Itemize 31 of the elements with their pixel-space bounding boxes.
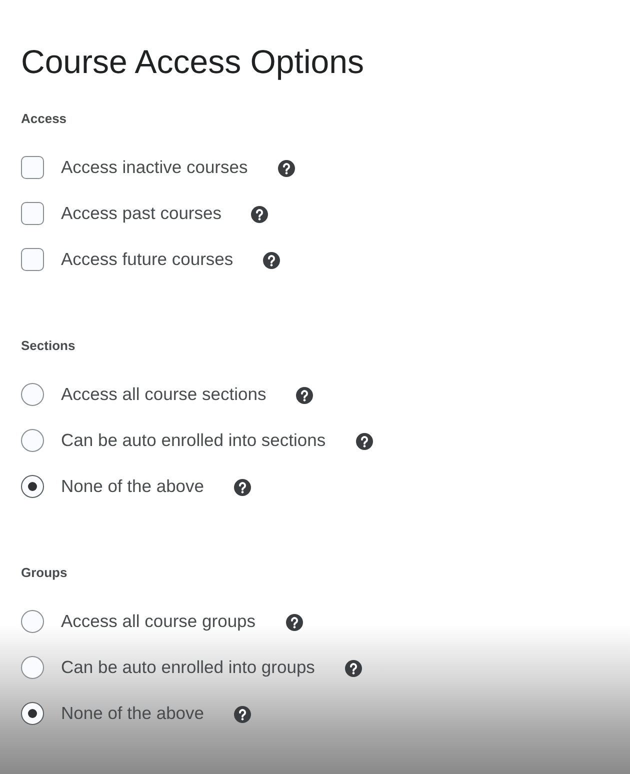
section-heading: Groups [21, 565, 68, 581]
help-icon[interactable] [251, 206, 268, 223]
section-heading: Sections [21, 338, 76, 354]
option-label: Access all course groups [61, 610, 256, 632]
help-icon[interactable] [234, 479, 252, 496]
radio-button[interactable] [21, 474, 44, 498]
checkbox[interactable] [21, 248, 44, 270]
page-title: Course Access Options [21, 44, 364, 80]
checkbox[interactable] [21, 202, 44, 224]
help-icon[interactable] [356, 433, 373, 450]
help-icon[interactable] [296, 387, 314, 404]
help-icon[interactable] [263, 252, 280, 269]
option-label: None of the above [61, 702, 204, 724]
help-icon[interactable] [234, 706, 252, 723]
option-label: Can be auto enrolled into sections [61, 430, 326, 450]
radio-button[interactable] [21, 610, 44, 632]
help-icon[interactable] [278, 160, 295, 177]
option-label: Can be auto enrolled into groups [61, 656, 315, 678]
option-label: Access inactive courses [61, 156, 248, 178]
section-heading: Access [21, 111, 67, 127]
help-icon[interactable] [286, 614, 303, 631]
radio-button[interactable] [21, 382, 44, 406]
radio-button[interactable] [21, 702, 44, 724]
option-label: Access all course sections [61, 384, 266, 404]
option-label: Access future courses [61, 248, 234, 270]
radio-button[interactable] [21, 428, 44, 452]
help-icon[interactable] [344, 660, 362, 677]
checkbox[interactable] [21, 156, 44, 178]
radio-button[interactable] [21, 656, 44, 678]
option-label: None of the above [61, 476, 204, 496]
option-label: Access past courses [61, 202, 222, 224]
